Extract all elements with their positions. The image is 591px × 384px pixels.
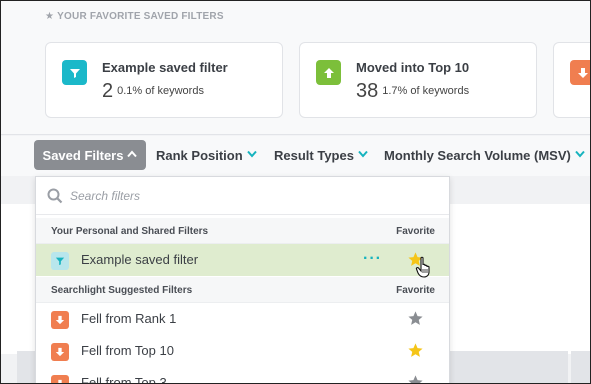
favorite-card-moved-into-top-10[interactable]: Moved into Top 10 38 1.7% of keywords: [299, 42, 537, 118]
personal-filters-header: Your Personal and Shared Filters Favorit…: [36, 218, 449, 244]
favorite-column-label: Favorite: [396, 285, 435, 296]
search-icon: [47, 188, 63, 204]
more-options-icon[interactable]: ···: [363, 250, 382, 268]
chevron-down-icon: [575, 149, 585, 161]
search-filters-input[interactable]: [70, 185, 430, 207]
msv-button[interactable]: Monthly Search Volume (MSV): [384, 140, 585, 170]
favorite-column-label: Favorite: [396, 226, 435, 237]
list-item[interactable]: Fell from Top 10: [36, 335, 449, 367]
card-title: Moved into Top 10: [356, 60, 470, 75]
msv-label: Monthly Search Volume (MSV): [384, 147, 571, 163]
favorites-heading: ★ YOUR FAVORITE SAVED FILTERS: [45, 11, 224, 22]
chevron-down-icon: [246, 149, 257, 161]
star-icon[interactable]: [407, 342, 424, 359]
card-percent: 0.1% of keywords: [117, 85, 204, 97]
arrow-down-icon: [51, 311, 69, 329]
suggested-filters-header: Searchlight Suggested Filters Favorite: [36, 277, 449, 303]
chevron-down-icon: [358, 149, 368, 161]
search-row: [36, 177, 449, 215]
app-frame: ★ YOUR FAVORITE SAVED FILTERS Example sav…: [0, 0, 591, 384]
list-item[interactable]: Fell from Rank 1: [36, 303, 449, 335]
table-header-strip: [571, 351, 590, 383]
arrow-up-icon: [316, 60, 341, 85]
list-item-label: Fell from Top 3: [81, 375, 167, 384]
list-item[interactable]: Fell from Top 3: [36, 367, 449, 384]
rank-position-button[interactable]: Rank Position: [156, 140, 257, 170]
list-item-label: Fell from Rank 1: [81, 311, 177, 326]
saved-filters-button[interactable]: Saved Filters: [34, 140, 146, 170]
card-percent: 1.7% of keywords: [382, 85, 470, 97]
list-item[interactable]: Example saved filter ···: [36, 244, 449, 276]
chevron-up-icon: [127, 149, 138, 161]
star-icon[interactable]: [407, 374, 424, 383]
favorite-card-example-saved-filter[interactable]: Example saved filter 2 0.1% of keywords: [45, 42, 283, 118]
arrow-down-icon: [51, 375, 69, 383]
arrow-down-icon: [570, 60, 590, 85]
result-types-label: Result Types: [274, 147, 354, 163]
saved-filters-dropdown: Your Personal and Shared Filters Favorit…: [35, 176, 450, 384]
arrow-down-icon: [51, 343, 69, 361]
section-label: Your Personal and Shared Filters: [51, 226, 209, 237]
favorite-card-partial[interactable]: [553, 42, 590, 118]
section-label: Searchlight Suggested Filters: [51, 285, 193, 296]
saved-filters-label: Saved Filters: [42, 147, 124, 163]
card-count: 2 0.1% of keywords: [102, 80, 204, 103]
star-icon: ★: [45, 11, 55, 22]
result-types-button[interactable]: Result Types: [274, 140, 368, 170]
list-item-label: Fell from Top 10: [81, 343, 174, 358]
card-count-value: 38: [356, 80, 379, 102]
rank-position-label: Rank Position: [156, 147, 243, 163]
filter-icon: [51, 252, 69, 270]
card-count-value: 2: [102, 80, 114, 102]
list-item-label: Example saved filter: [81, 252, 199, 267]
card-title: Example saved filter: [102, 60, 228, 75]
card-count: 38 1.7% of keywords: [356, 80, 469, 103]
hand-cursor-icon: [415, 256, 435, 278]
star-icon[interactable]: [407, 310, 424, 327]
filter-icon: [62, 60, 87, 85]
favorites-heading-text: YOUR FAVORITE SAVED FILTERS: [57, 11, 224, 22]
favorites-panel: ★ YOUR FAVORITE SAVED FILTERS Example sav…: [1, 1, 590, 135]
filter-bar: Saved Filters Rank Position Result Types…: [1, 136, 590, 176]
